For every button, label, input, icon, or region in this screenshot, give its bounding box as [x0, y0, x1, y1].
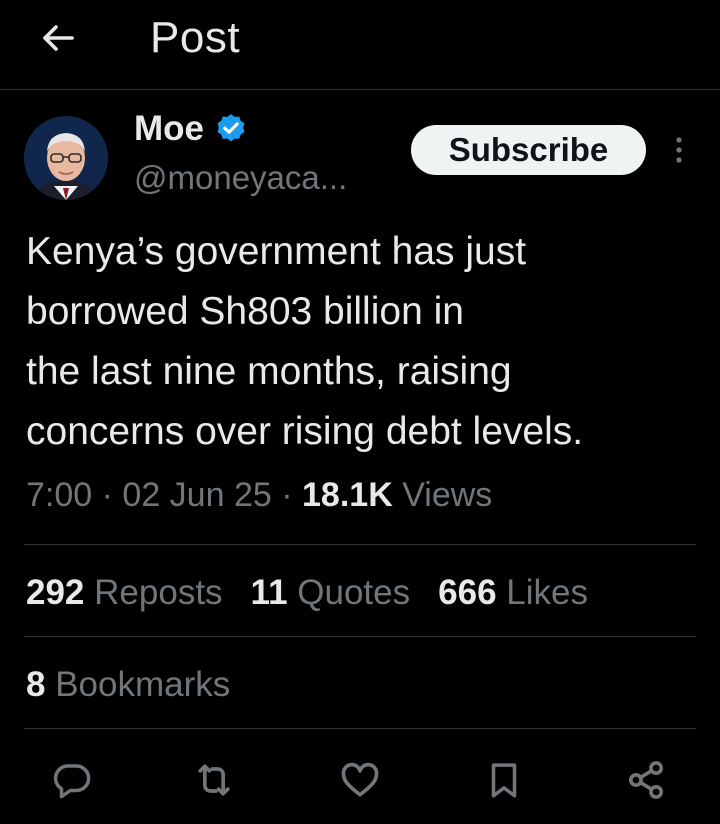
quotes-label: Quotes — [297, 573, 411, 612]
more-options-button[interactable] — [665, 128, 693, 172]
more-vertical-icon — [676, 137, 682, 163]
verified-badge-icon — [217, 114, 245, 142]
likes-label: Likes — [506, 573, 588, 612]
post-text: Kenya’s government has just borrowed Sh8… — [26, 222, 706, 462]
reposts-stat[interactable]: 292 Reposts — [26, 570, 223, 616]
divider — [24, 544, 696, 545]
quotes-stat[interactable]: 11 Quotes — [251, 570, 411, 616]
comment-icon — [53, 764, 91, 799]
post-text-line: concerns over rising debt levels. — [26, 410, 584, 453]
post-meta: 7:00 · 02 Jun 25 · 18.1K Views — [26, 472, 492, 518]
author-name[interactable]: Moe — [134, 106, 204, 152]
page-title: Post — [150, 13, 241, 62]
like-button[interactable] — [336, 756, 384, 804]
share-icon — [628, 761, 664, 799]
action-bar — [0, 750, 720, 810]
meta-separator: · — [101, 476, 113, 514]
back-button[interactable] — [34, 14, 82, 62]
reply-button[interactable] — [48, 756, 96, 804]
post-text-line: Kenya’s government has just — [26, 230, 527, 273]
author-handle[interactable]: @moneyaca... — [134, 156, 347, 200]
bookmarks-stat[interactable]: 8 Bookmarks — [26, 662, 230, 708]
post-date[interactable]: 02 Jun 25 — [122, 476, 271, 514]
views-label: Views — [402, 476, 493, 514]
post-time[interactable]: 7:00 — [26, 476, 92, 514]
repost-button[interactable] — [190, 756, 238, 804]
divider — [24, 636, 696, 637]
quotes-count: 11 — [250, 573, 288, 612]
avatar-image — [24, 116, 108, 200]
heart-icon — [341, 762, 379, 797]
avatar[interactable] — [24, 116, 108, 200]
meta-separator: · — [281, 476, 293, 514]
bookmarks-count: 8 — [26, 665, 46, 704]
repost-icon — [198, 764, 230, 796]
reposts-label: Reposts — [94, 573, 223, 612]
divider — [24, 728, 696, 729]
author-row[interactable]: Moe — [134, 106, 248, 152]
subscribe-button[interactable]: Subscribe — [411, 125, 646, 175]
engagement-stats: 292 Reposts 11 Quotes 666 Likes — [26, 570, 616, 616]
views-count: 18.1K — [302, 476, 393, 514]
post-text-line: the last nine months, raising — [26, 350, 512, 393]
bookmarks-label: Bookmarks — [55, 665, 231, 704]
bookmark-button[interactable] — [480, 756, 528, 804]
likes-count: 666 — [438, 573, 497, 612]
share-button[interactable] — [622, 756, 670, 804]
reposts-count: 292 — [26, 573, 85, 612]
arrow-left-icon — [43, 25, 74, 51]
likes-stat[interactable]: 666 Likes — [438, 570, 588, 616]
bookmark-icon — [491, 763, 517, 798]
post-text-line: borrowed Sh803 billion in — [26, 290, 464, 333]
top-bar: Post — [0, 0, 720, 90]
